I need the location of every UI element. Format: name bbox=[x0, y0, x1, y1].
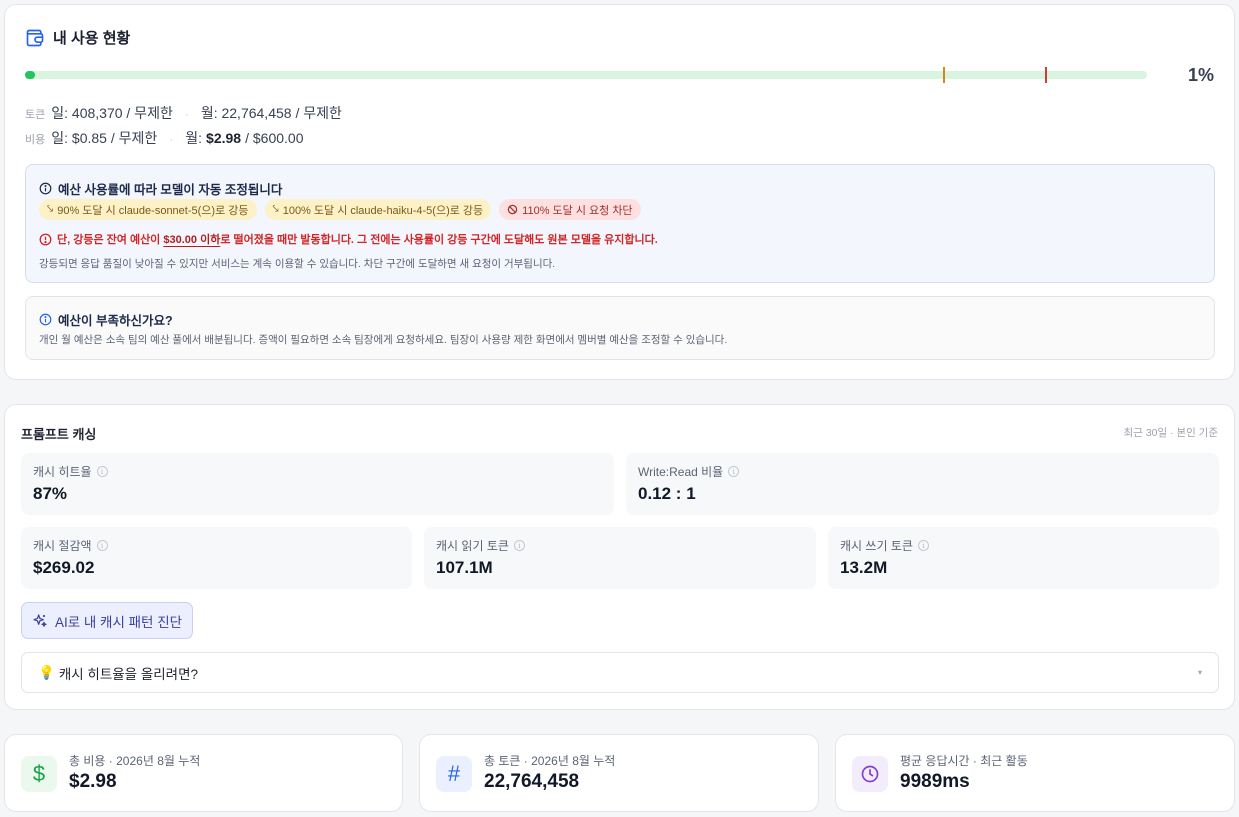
stat-value: 9989ms bbox=[900, 771, 970, 792]
stat-card-total-cost: $ 총 비용 · 2026년 8월 누적 $2.98 bbox=[4, 734, 403, 812]
info-icon bbox=[39, 182, 52, 195]
usage-card: 내 사용 현황 1% 토큰 일: 408,370 / 무제한 · 월: 22,7… bbox=[4, 4, 1235, 380]
token-daily: 일: 408,370 / 무제한 bbox=[51, 105, 173, 121]
separator-dot: · bbox=[184, 107, 189, 121]
metric-cache-hit-rate: 캐시 히트율 i 87% bbox=[21, 453, 614, 515]
stat-value: $2.98 bbox=[69, 771, 117, 792]
info-icon[interactable]: i bbox=[96, 540, 108, 551]
metric-label: 캐시 절감액 bbox=[33, 539, 92, 553]
shortage-info-title: 예산이 부족하신가요? bbox=[58, 314, 173, 328]
shortage-info-heading: 예산이 부족하신가요? bbox=[39, 310, 173, 329]
metric-value: 0.12 : 1 bbox=[638, 484, 696, 503]
usage-progress-fill bbox=[25, 71, 36, 79]
budget-info-heading: 예산 사용률에 따라 모델이 자동 조정됩니다 bbox=[39, 179, 282, 198]
token-monthly: 월: 22,764,458 / 무제한 bbox=[200, 105, 342, 121]
accordion-label: 캐시 히트율을 올리려면? bbox=[58, 666, 199, 682]
dollar-icon: $ bbox=[21, 756, 57, 792]
warning-suffix: 로 떨어졌을 때만 발동합니다. 그 전에는 사용률이 강등 구간에 도달해도 … bbox=[220, 234, 658, 246]
chevron-down-icon: ▾ bbox=[1197, 668, 1202, 677]
downgrade-threshold-marker bbox=[943, 67, 945, 83]
budget-policy-info: 예산 사용률에 따라 모델이 자동 조정됩니다 ⤥ 90% 도달 시 claud… bbox=[25, 164, 1215, 283]
section-meta: 최근 30일 · 본인 기준 bbox=[1123, 427, 1218, 439]
chip-label: 90% 도달 시 claude-sonnet-5(으)로 강등 bbox=[57, 204, 249, 217]
alert-circle-icon bbox=[39, 233, 52, 245]
section-title: 프롬프트 캐싱 bbox=[21, 427, 97, 442]
info-icon[interactable]: i bbox=[728, 466, 740, 477]
metric-value: 13.2M bbox=[840, 558, 888, 577]
warning-threshold: $30.00 이하 bbox=[163, 234, 221, 246]
hash-icon: # bbox=[436, 756, 472, 792]
cost-usage-line: 비용 일: $0.85 / 무제한 · 월: $2.98 / $600.00 bbox=[25, 128, 303, 148]
metric-label: 캐시 읽기 토큰 bbox=[436, 539, 509, 553]
stat-value: 22,764,458 bbox=[484, 771, 580, 792]
warning-prefix: 단, 강등은 잔여 예산이 bbox=[57, 234, 161, 246]
usage-percent: 1% bbox=[1187, 65, 1214, 85]
threshold-chip-90: ⤥ 90% 도달 시 claude-sonnet-5(으)로 강등 bbox=[39, 199, 257, 220]
token-usage-line: 토큰 일: 408,370 / 무제한 · 월: 22,764,458 / 무제… bbox=[25, 103, 342, 123]
threshold-chip-110: 110% 도달 시 요청 차단 bbox=[499, 199, 641, 220]
shortage-info-note: 개인 월 예산은 소속 팀의 예산 풀에서 배분됩니다. 증액이 필요하면 소속… bbox=[39, 334, 728, 346]
metric-cache-write-tokens: 캐시 쓰기 토큰 i 13.2M bbox=[828, 527, 1219, 589]
info-icon[interactable]: i bbox=[917, 540, 929, 551]
stat-label: 총 비용 · 2026년 8월 누적 bbox=[69, 754, 201, 768]
cost-monthly-limit: / $600.00 bbox=[245, 130, 304, 146]
wallet-icon bbox=[26, 29, 44, 46]
stat-label: 평균 응답시간 · 최근 활동 bbox=[900, 754, 1028, 768]
usage-title: 내 사용 현황 bbox=[25, 27, 130, 48]
metric-value: 87% bbox=[33, 484, 68, 503]
threshold-chip-100: ⤥ 100% 도달 시 claude-haiku-4-5(으)로 강등 bbox=[264, 199, 492, 220]
cost-monthly-used: $2.98 bbox=[206, 130, 242, 146]
metric-value: 107.1M bbox=[436, 558, 493, 577]
cache-tips-accordion[interactable]: 💡 캐시 히트율을 올리려면? ▾ bbox=[21, 652, 1219, 693]
budget-info-note: 강등되면 응답 품질이 낮아질 수 있지만 서비스는 계속 이용할 수 있습니다… bbox=[39, 258, 556, 270]
budget-shortage-info: 예산이 부족하신가요? 개인 월 예산은 소속 팀의 예산 풀에서 배분됩니다.… bbox=[25, 296, 1215, 360]
info-icon[interactable]: i bbox=[96, 466, 108, 477]
cost-daily: 일: $0.85 / 무제한 bbox=[51, 130, 158, 146]
trend-down-icon: ⤥ bbox=[272, 203, 279, 215]
metric-cache-read-tokens: 캐시 읽기 토큰 i 107.1M bbox=[424, 527, 816, 589]
info-icon[interactable]: i bbox=[513, 540, 525, 551]
threshold-chips: ⤥ 90% 도달 시 claude-sonnet-5(으)로 강등 ⤥ 100%… bbox=[39, 199, 641, 220]
sparkles-icon bbox=[33, 613, 47, 627]
info-icon bbox=[39, 313, 52, 326]
usage-title-text: 내 사용 현황 bbox=[53, 30, 131, 47]
prompt-caching-card: 프롬프트 캐싱 최근 30일 · 본인 기준 캐시 히트율 i 87% Write… bbox=[4, 404, 1235, 710]
budget-warning: 단, 강등은 잔여 예산이 $30.00 이하로 떨어졌을 때만 발동합니다. … bbox=[39, 231, 658, 247]
block-threshold-marker bbox=[1045, 67, 1047, 83]
clock-icon bbox=[852, 756, 888, 792]
stat-card-avg-latency: 평균 응답시간 · 최근 활동 9989ms bbox=[835, 734, 1235, 812]
trend-down-icon: ⤥ bbox=[47, 203, 54, 215]
metric-value: $269.02 bbox=[33, 558, 95, 577]
ai-button-label: AI로 내 캐시 패턴 진단 bbox=[54, 614, 183, 630]
chip-label: 110% 도달 시 요청 차단 bbox=[522, 204, 633, 217]
ban-icon bbox=[507, 204, 518, 215]
budget-info-title: 예산 사용률에 따라 모델이 자동 조정됩니다 bbox=[58, 183, 283, 197]
metric-cache-savings: 캐시 절감액 i $269.02 bbox=[21, 527, 412, 589]
chip-label: 100% 도달 시 claude-haiku-4-5(으)로 강등 bbox=[282, 204, 484, 217]
metric-label: 캐시 쓰기 토큰 bbox=[840, 539, 913, 553]
usage-progress-bar bbox=[25, 67, 1147, 83]
metric-label: 캐시 히트율 bbox=[33, 465, 92, 479]
metric-write-read-ratio: Write:Read 비율 i 0.12 : 1 bbox=[626, 453, 1219, 515]
stat-label: 총 토큰 · 2026년 8월 누적 bbox=[484, 754, 616, 768]
ai-cache-diagnosis-button[interactable]: AI로 내 캐시 패턴 진단 bbox=[21, 602, 193, 639]
cost-monthly-prefix: 월: bbox=[185, 130, 203, 146]
stat-card-total-tokens: # 총 토큰 · 2026년 8월 누적 22,764,458 bbox=[419, 734, 819, 812]
token-tag: 토큰 bbox=[25, 109, 46, 121]
separator-dot: · bbox=[169, 132, 174, 146]
lightbulb-icon: 💡 bbox=[38, 664, 55, 680]
cost-tag: 비용 bbox=[25, 134, 46, 146]
metric-label: Write:Read 비율 bbox=[638, 465, 724, 479]
